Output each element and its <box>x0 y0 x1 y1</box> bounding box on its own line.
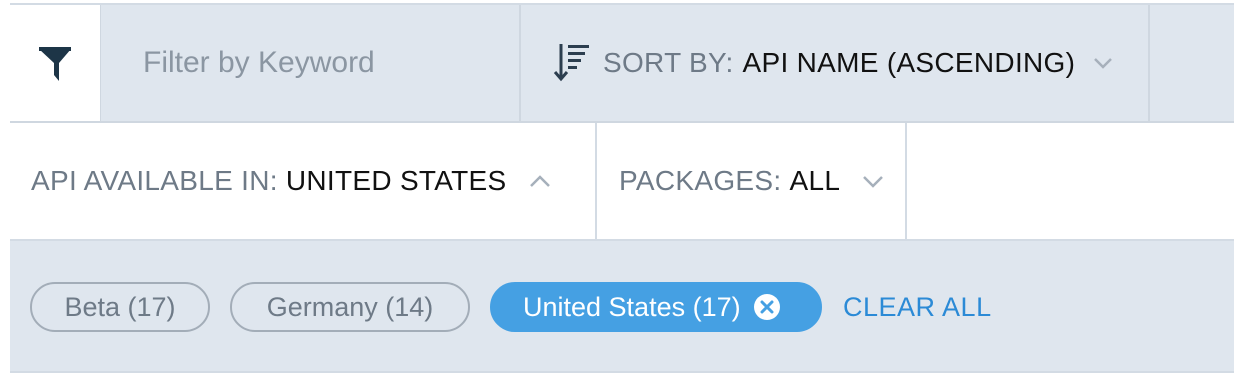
sort-dropdown[interactable]: SORT BY: API NAME (ASCENDING) <box>521 5 1150 121</box>
packages-dropdown[interactable]: PACKAGES: ALL <box>597 123 907 239</box>
dropdown-label: PACKAGES: <box>619 165 782 196</box>
chevron-down-icon <box>863 176 884 188</box>
chip-label: United States (17) <box>523 291 741 322</box>
filter-dropdown-row: API AVAILABLE IN: UNITED STATES PACKAGES… <box>10 123 1234 241</box>
sort-value: API NAME (ASCENDING) <box>742 47 1076 78</box>
keyword-input[interactable] <box>101 5 519 121</box>
active-filter-chips: Beta (17) Germany (14) United States (17… <box>10 241 1234 374</box>
remove-chip-button[interactable] <box>753 293 781 321</box>
filter-chip-beta[interactable]: Beta (17) <box>30 282 210 332</box>
filter-panel: SORT BY: API NAME (ASCENDING) API AVAILA… <box>10 3 1234 376</box>
filter-chip-united-states[interactable]: United States (17) <box>490 282 822 332</box>
dropdown-value: UNITED STATES <box>285 165 507 196</box>
close-circle-icon <box>753 294 780 320</box>
dropdown-value: ALL <box>789 165 841 196</box>
filter-chip-germany[interactable]: Germany (14) <box>230 282 470 332</box>
clear-all-link[interactable]: CLEAR ALL <box>843 282 992 332</box>
dropdown-label: API AVAILABLE IN: <box>31 165 278 196</box>
sort-descending-icon <box>553 44 589 82</box>
chevron-up-icon <box>529 175 550 187</box>
sort-label: SORT BY: <box>603 47 734 78</box>
filter-toggle-button[interactable] <box>10 5 101 121</box>
chevron-down-icon <box>1094 58 1113 69</box>
keyword-filter <box>101 5 521 121</box>
api-available-in-dropdown[interactable]: API AVAILABLE IN: UNITED STATES <box>10 123 597 239</box>
filter-toolbar: SORT BY: API NAME (ASCENDING) <box>10 5 1234 123</box>
filter-funnel-icon <box>39 47 71 81</box>
